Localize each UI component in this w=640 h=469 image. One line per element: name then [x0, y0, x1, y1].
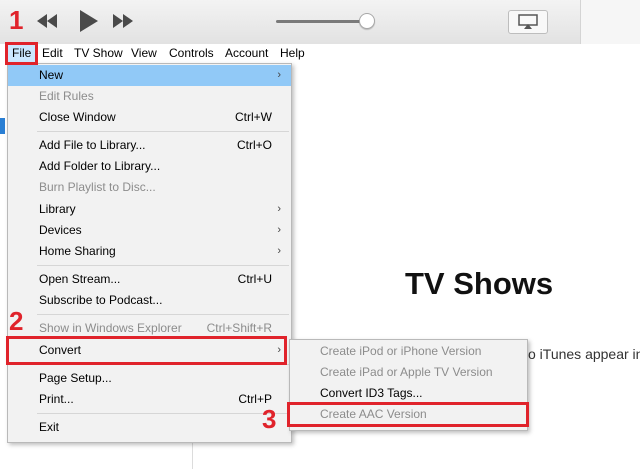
chevron-right-icon: ›	[277, 203, 281, 215]
volume-slider[interactable]	[276, 20, 370, 23]
menu-item-devices[interactable]: Devices ›	[8, 220, 291, 241]
menu-item-library[interactable]: Library ›	[8, 199, 291, 220]
menu-separator	[37, 265, 289, 266]
menu-bar: File Edit TV Show View Controls Account …	[0, 44, 640, 63]
menu-edit[interactable]: Edit	[38, 44, 67, 63]
annotation-box-create-aac	[287, 402, 529, 427]
menu-item-print[interactable]: Print... Ctrl+P	[8, 389, 291, 410]
menu-separator	[37, 131, 289, 132]
menu-item-exit[interactable]: Exit	[8, 417, 291, 438]
submenu-item-convert-id3[interactable]: Convert ID3 Tags...	[290, 383, 527, 404]
menu-item-edit-rules: Edit Rules	[39, 89, 94, 103]
fast-forward-icon[interactable]	[110, 10, 136, 32]
menu-item-home-sharing[interactable]: Home Sharing ›	[8, 241, 291, 262]
chevron-right-icon: ›	[277, 69, 281, 81]
rewind-icon[interactable]	[34, 10, 60, 32]
player-toolbar	[0, 0, 640, 45]
menu-item-open-stream[interactable]: Open Stream... Ctrl+U	[8, 269, 291, 290]
file-menu: New › Edit Rules Close Window Ctrl+W Add…	[7, 63, 292, 443]
menu-item-add-folder[interactable]: Add Folder to Library...	[8, 156, 291, 177]
annotation-box-file	[5, 42, 38, 65]
page-description: o iTunes appear in	[528, 346, 640, 362]
submenu-item-ipad-appletv: Create iPad or Apple TV Version	[320, 365, 493, 379]
menu-item-new[interactable]: New ›	[8, 65, 291, 86]
menu-view[interactable]: View	[127, 44, 161, 63]
menu-separator	[37, 314, 289, 315]
volume-slider-knob[interactable]	[359, 13, 375, 29]
chevron-right-icon: ›	[277, 245, 281, 257]
play-icon[interactable]	[75, 10, 101, 32]
menu-separator	[37, 413, 289, 414]
menu-item-subscribe-podcast[interactable]: Subscribe to Podcast...	[8, 290, 291, 311]
chevron-right-icon: ›	[277, 224, 281, 236]
menu-item-close-window[interactable]: Close Window Ctrl+W	[8, 107, 291, 128]
annotation-step-1: 1	[9, 5, 24, 35]
sidebar-selection-marker	[0, 118, 5, 134]
submenu-item-ipod-iphone: Create iPod or iPhone Version	[320, 344, 482, 358]
menu-help[interactable]: Help	[276, 44, 309, 63]
menu-item-add-file[interactable]: Add File to Library... Ctrl+O	[8, 135, 291, 156]
annotation-step-2: 2	[9, 306, 24, 336]
annotation-box-convert	[6, 336, 287, 365]
menu-account[interactable]: Account	[221, 44, 272, 63]
airplay-icon[interactable]	[508, 10, 548, 34]
menu-controls[interactable]: Controls	[165, 44, 218, 63]
page-title: TV Shows	[405, 266, 554, 301]
menu-item-burn-playlist: Burn Playlist to Disc...	[39, 180, 156, 194]
toolbar-right-panel	[580, 0, 640, 44]
menu-item-page-setup[interactable]: Page Setup...	[8, 368, 291, 389]
menu-tv-show[interactable]: TV Show	[70, 44, 127, 63]
annotation-step-3: 3	[262, 404, 277, 434]
